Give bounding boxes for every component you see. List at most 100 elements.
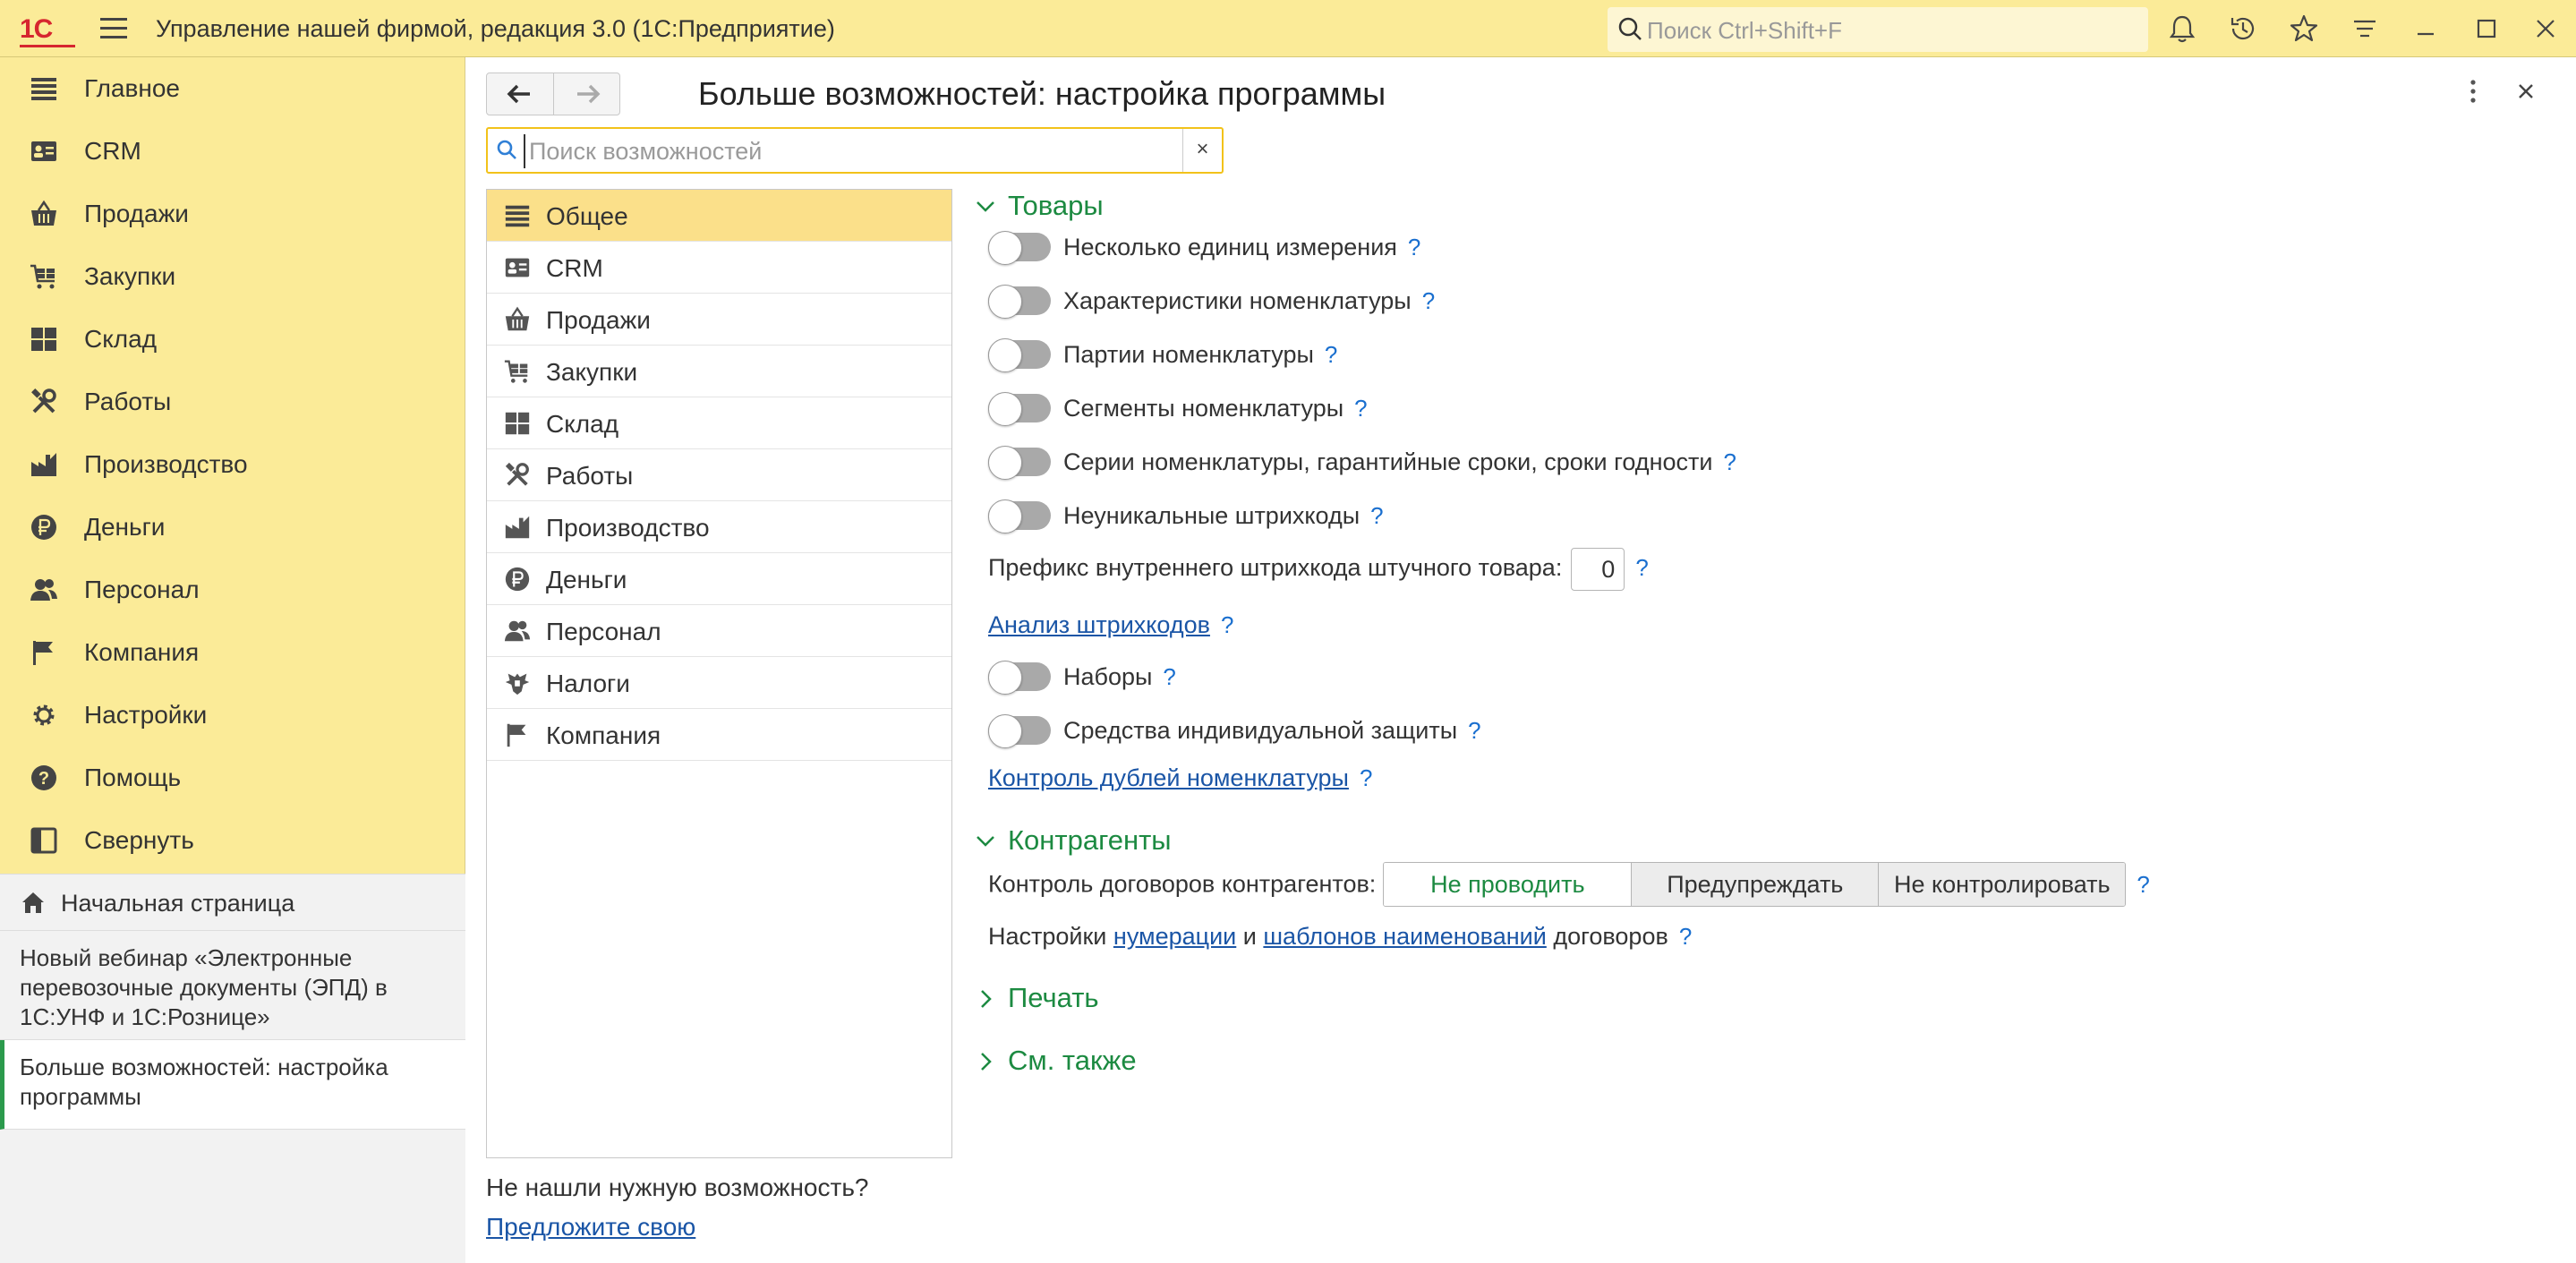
sidebar-item-money[interactable]: Деньги — [0, 496, 465, 559]
grid-icon — [31, 328, 56, 351]
sidebar: Главное CRM Продажи Закупки Склад Работы… — [0, 57, 465, 1263]
sidebar-item-purchases[interactable]: Закупки — [0, 245, 465, 308]
ruble-coin-icon — [505, 567, 530, 592]
open-document-webinar[interactable]: Новый вебинар «Электронные перевозочные … — [0, 931, 465, 1040]
contract-option-warn[interactable]: Предупреждать — [1631, 863, 1879, 906]
help-link[interactable]: ? — [1325, 341, 1337, 368]
numbering-and-text: и — [1242, 923, 1257, 950]
sidebar-item-warehouse[interactable]: Склад — [0, 308, 465, 371]
setting-label: Серии номенклатуры, гарантийные сроки, с… — [1063, 448, 1713, 475]
help-link[interactable]: ? — [1635, 554, 1648, 581]
setting-label: Средства индивидуальной защиты — [1063, 717, 1458, 744]
section-item-production[interactable]: Производство — [487, 501, 951, 553]
eagle-emblem-icon — [505, 673, 530, 696]
section-item-crm[interactable]: CRM — [487, 242, 951, 294]
sidebar-item-works[interactable]: Работы — [0, 371, 465, 433]
main-menu-icon[interactable] — [100, 18, 127, 39]
name-templates-link[interactable]: шаблонов наименований — [1263, 923, 1546, 950]
duplicates-control-link[interactable]: Контроль дублей номенклатуры — [988, 764, 1349, 791]
barcode-analysis-link[interactable]: Анализ штрихкодов — [988, 611, 1210, 638]
toggle-switch[interactable] — [988, 338, 1051, 372]
clear-search-button[interactable]: × — [1182, 129, 1222, 172]
help-link[interactable]: ? — [1370, 502, 1383, 529]
collapse-panel-icon — [30, 827, 57, 854]
history-icon[interactable] — [2227, 13, 2259, 45]
help-link[interactable]: ? — [2137, 871, 2149, 898]
barcode-prefix-label: Префикс внутреннего штрихкода штучного т… — [988, 554, 1563, 582]
home-page-link[interactable]: Начальная страница — [0, 874, 465, 931]
home-icon — [22, 892, 44, 913]
sidebar-item-collapse[interactable]: Свернуть — [0, 809, 465, 872]
toggle-switch[interactable] — [988, 231, 1051, 265]
toggle-switch[interactable] — [988, 499, 1051, 533]
setting-barcode-prefix: Префикс внутреннего штрихкода штучного т… — [988, 548, 1649, 591]
sidebar-item-main[interactable]: Главное — [0, 57, 465, 120]
factory-icon — [31, 453, 56, 476]
help-link[interactable]: ? — [1408, 234, 1420, 260]
section-item-taxes[interactable]: Налоги — [487, 657, 951, 709]
barcode-prefix-input[interactable]: 0 — [1571, 548, 1625, 591]
section-item-money[interactable]: Деньги — [487, 553, 951, 605]
sidebar-item-settings[interactable]: Настройки — [0, 684, 465, 747]
sidebar-item-staff[interactable]: Персонал — [0, 559, 465, 621]
sidebar-item-crm[interactable]: CRM — [0, 120, 465, 183]
help-link[interactable]: ? — [1354, 395, 1367, 422]
back-button[interactable] — [487, 73, 553, 115]
more-vertical-icon[interactable] — [2460, 77, 2486, 106]
toggle-switch[interactable] — [988, 661, 1051, 695]
sidebar-empty-area — [0, 1130, 465, 1263]
flag-icon — [507, 723, 526, 747]
section-item-purchases[interactable]: Закупки — [487, 346, 951, 397]
feature-search-input[interactable] — [524, 134, 1132, 168]
group-goods-title: Товары — [1008, 190, 1104, 221]
sidebar-item-label: Помощь — [84, 764, 182, 791]
contract-option-no-control[interactable]: Не контролировать — [1878, 863, 2126, 906]
help-link[interactable]: ? — [1468, 717, 1480, 744]
toggle-switch[interactable] — [988, 392, 1051, 426]
chevron-down-icon — [977, 836, 994, 847]
feature-search: × — [486, 127, 1224, 174]
contract-option-no-check[interactable]: Не проводить — [1384, 863, 1632, 906]
help-link[interactable]: ? — [1163, 663, 1175, 690]
sidebar-item-company[interactable]: Компания — [0, 621, 465, 684]
tools-icon — [505, 462, 529, 486]
suggest-feature-link[interactable]: Предложите свою — [486, 1213, 695, 1242]
section-item-works[interactable]: Работы — [487, 449, 951, 501]
toggle-switch[interactable] — [988, 285, 1051, 319]
app-logo[interactable]: 1С — [20, 14, 75, 47]
sidebar-item-help[interactable]: ? Помощь — [0, 747, 465, 809]
forward-button[interactable] — [553, 73, 619, 115]
chevron-down-icon — [977, 201, 994, 212]
help-link[interactable]: ? — [1360, 764, 1372, 791]
menu-lines-icon — [505, 205, 530, 227]
ruble-coin-icon — [31, 515, 56, 540]
help-link[interactable]: ? — [1221, 611, 1233, 638]
toggle-switch[interactable] — [988, 714, 1051, 748]
sidebar-item-sales[interactable]: Продажи — [0, 183, 465, 245]
open-document-settings[interactable]: Больше возможностей: настройка программы — [0, 1040, 465, 1130]
minimize-icon[interactable] — [2410, 13, 2442, 45]
help-link[interactable]: ? — [1679, 923, 1692, 950]
tools-icon — [31, 388, 56, 414]
flag-icon — [33, 641, 53, 665]
history-nav — [486, 73, 620, 115]
section-item-staff[interactable]: Персонал — [487, 605, 951, 657]
maximize-icon[interactable] — [2470, 13, 2503, 45]
section-item-sales[interactable]: Продажи — [487, 294, 951, 346]
section-item-company[interactable]: Компания — [487, 709, 951, 761]
section-item-general[interactable]: Общее — [487, 190, 951, 242]
help-link[interactable]: ? — [1723, 448, 1736, 475]
close-icon[interactable] — [2513, 79, 2538, 104]
sidebar-item-production[interactable]: Производство — [0, 433, 465, 496]
bell-icon[interactable] — [2166, 13, 2198, 45]
settings-menu-icon[interactable] — [2349, 13, 2381, 45]
star-icon[interactable] — [2288, 13, 2320, 45]
sidebar-item-label: Компания — [84, 638, 200, 666]
numbering-link[interactable]: нумерации — [1113, 923, 1236, 950]
toggle-switch[interactable] — [988, 446, 1051, 480]
window-close-icon[interactable] — [2529, 13, 2562, 45]
section-item-warehouse[interactable]: Склад — [487, 397, 951, 449]
global-search-input[interactable]: Поиск Ctrl+Shift+F — [1608, 7, 2148, 52]
section-label: Персонал — [546, 618, 661, 645]
help-link[interactable]: ? — [1422, 287, 1435, 314]
